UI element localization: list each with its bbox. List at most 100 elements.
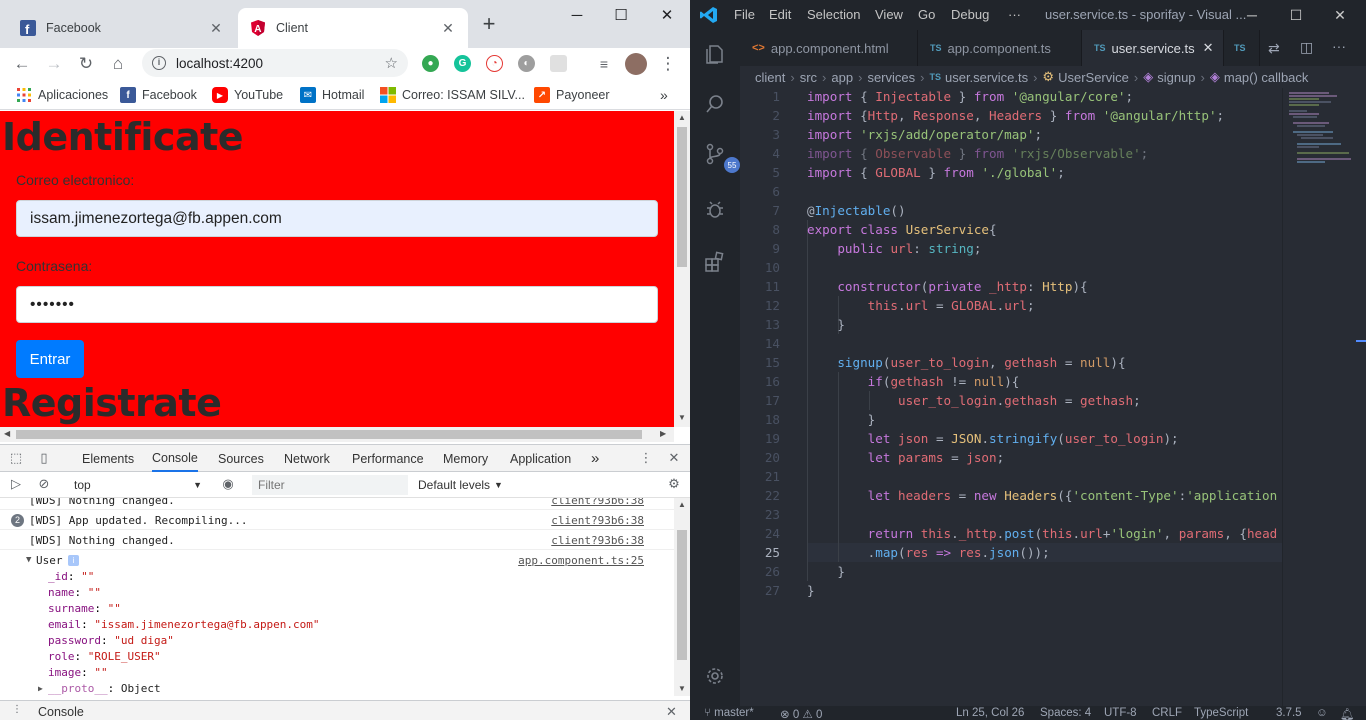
extension-icon[interactable]: ◔	[486, 55, 503, 72]
sidebar-toggle-icon[interactable]: ▷	[8, 476, 24, 492]
bookmark-aplicaciones[interactable]: Aplicaciones	[16, 85, 108, 105]
breadcrumb-item[interactable]: signup	[1157, 70, 1195, 85]
bookmark-star-icon[interactable]: ☆	[385, 54, 398, 72]
more-actions-icon[interactable]: ···	[1332, 38, 1346, 54]
indentation-status[interactable]: Spaces: 4	[1040, 707, 1091, 719]
source-control-icon[interactable]: 55	[703, 142, 740, 173]
breadcrumb-item[interactable]: map() callback	[1224, 70, 1309, 85]
extension-icon[interactable]	[550, 55, 567, 72]
branch-status[interactable]: ⑂ master*	[704, 707, 754, 719]
devtools-menu-icon[interactable]: ⋮	[638, 450, 654, 466]
page-horizontal-scrollbar[interactable]: ◀ ▶	[0, 427, 674, 442]
breadcrumb-item[interactable]: client	[755, 70, 785, 85]
language-status[interactable]: TypeScript	[1194, 707, 1248, 719]
forward-button[interactable]: →	[42, 52, 66, 76]
log-source-link[interactable]: client?93b6:38	[551, 498, 644, 507]
new-tab-button[interactable]: +	[478, 13, 500, 36]
explorer-icon[interactable]	[703, 42, 727, 66]
bookmark-facebook[interactable]: f Facebook	[120, 85, 197, 105]
expand-triangle-icon[interactable]: ▼	[26, 555, 31, 565]
maximize-button[interactable]: ☐	[1274, 4, 1318, 26]
context-select[interactable]: top ▼	[66, 475, 206, 495]
bookmark-hotmail[interactable]: ✉ Hotmail	[300, 85, 364, 105]
bookmarks-more-button[interactable]: »	[660, 85, 668, 105]
eol-status[interactable]: CRLF	[1152, 707, 1182, 719]
device-toolbar-icon[interactable]: ▯	[36, 450, 52, 466]
bookmark-payoneer[interactable]: ↗ Payoneer	[534, 85, 610, 105]
tab-user-service-ts[interactable]: TS user.service.ts ✕	[1082, 30, 1224, 66]
cursor-position[interactable]: Ln 25, Col 26	[956, 707, 1024, 719]
log-source-link[interactable]: app.component.ts:25	[518, 554, 644, 567]
email-field[interactable]: issam.jimenezortega@fb.appen.com	[16, 200, 658, 237]
address-bar[interactable]: i localhost:4200 ☆	[142, 49, 408, 77]
log-source-link[interactable]: client?93b6:38	[551, 534, 644, 547]
reload-button[interactable]: ↻	[74, 52, 98, 76]
ts-version-status[interactable]: 3.7.5	[1276, 707, 1302, 719]
tab-network[interactable]: Network	[284, 445, 330, 472]
minimap[interactable]	[1282, 88, 1356, 706]
close-icon[interactable]: ✕	[208, 20, 224, 36]
breadcrumb-item[interactable]: services	[867, 70, 915, 85]
info-icon[interactable]: i	[152, 56, 166, 70]
home-button[interactable]: ⌂	[106, 52, 130, 76]
maximize-button[interactable]: ☐	[598, 0, 644, 30]
settings-gear-icon[interactable]	[703, 664, 727, 688]
password-field[interactable]: •••••••	[16, 286, 658, 323]
search-icon[interactable]	[703, 92, 727, 116]
tab-sources[interactable]: Sources	[218, 445, 264, 472]
menu-debug[interactable]: Debug	[951, 7, 989, 22]
tab-performance[interactable]: Performance	[352, 445, 424, 472]
menu-more[interactable]: ···	[1008, 7, 1021, 22]
expand-triangle-icon[interactable]: ▶	[38, 684, 43, 693]
console-scrollbar[interactable]: ▲ ▼	[674, 498, 690, 696]
bookmark-youtube[interactable]: ▶ YouTube	[212, 85, 283, 105]
clear-console-icon[interactable]: ⊘	[36, 476, 52, 492]
tab-elements[interactable]: Elements	[82, 445, 134, 472]
problems-status[interactable]: ⊗ 0 ⚠ 0	[780, 707, 822, 720]
menu-edit[interactable]: Edit	[769, 7, 791, 22]
page-scrollbar[interactable]: ▲ ▼	[674, 111, 690, 427]
grammarly-icon[interactable]: G	[454, 55, 471, 72]
feedback-icon[interactable]: ☺	[1316, 707, 1328, 719]
menu-go[interactable]: Go	[918, 7, 935, 22]
close-window-button[interactable]: ✕	[1318, 4, 1362, 26]
close-icon[interactable]: ✕	[440, 20, 456, 36]
split-editor-icon[interactable]: ◫	[1300, 39, 1313, 56]
eye-icon[interactable]: ◉	[220, 476, 236, 492]
close-window-button[interactable]: ✕	[644, 0, 690, 30]
drawer-tab-console[interactable]: Console	[38, 705, 84, 719]
tab-memory[interactable]: Memory	[443, 445, 488, 472]
tab-app-component-ts[interactable]: TS app.component.ts	[918, 30, 1082, 66]
breadcrumb-item[interactable]: src	[800, 70, 817, 85]
info-icon[interactable]: i	[68, 555, 79, 566]
settings-gear-icon[interactable]: ⚙	[666, 476, 682, 492]
menu-kebab-icon[interactable]: ⋮	[656, 52, 680, 76]
editor-scrollbar[interactable]	[1356, 88, 1366, 706]
tab-console[interactable]: Console	[152, 445, 198, 472]
compare-changes-icon[interactable]: ⇄	[1268, 40, 1280, 57]
debug-icon[interactable]	[703, 198, 727, 222]
close-icon[interactable]: ✕	[1203, 40, 1214, 56]
avatar[interactable]	[625, 53, 647, 75]
extensions-icon[interactable]	[703, 250, 727, 274]
drawer-menu-icon[interactable]: ⋮	[12, 704, 22, 715]
tab-application[interactable]: Application	[510, 445, 571, 472]
notifications-bell-icon[interactable]: 🔔︎	[1340, 707, 1355, 720]
back-button[interactable]: ←	[10, 52, 34, 76]
scrollbar-thumb[interactable]	[16, 430, 642, 439]
tab-client[interactable]: A Client ✕	[238, 8, 468, 48]
tab-app-component-html[interactable]: <> app.component.html	[740, 30, 918, 66]
object-proto[interactable]: __proto__: Object	[48, 682, 161, 695]
menu-view[interactable]: View	[875, 7, 903, 22]
breadcrumb-item[interactable]: user.service.ts	[945, 70, 1028, 85]
filter-input[interactable]: Filter	[252, 475, 408, 495]
close-drawer-icon[interactable]: ✕	[666, 704, 677, 720]
media-control-icon[interactable]: ≡	[592, 52, 616, 76]
more-tabs-button[interactable]: »	[591, 445, 599, 472]
inspect-element-icon[interactable]: ⬚	[8, 450, 24, 466]
minimize-button[interactable]: ─	[1230, 4, 1274, 26]
menu-selection[interactable]: Selection	[807, 7, 860, 22]
menu-file[interactable]: File	[734, 7, 755, 22]
bookmark-correo[interactable]: Correo: ISSAM SILV...	[380, 85, 525, 105]
submit-button[interactable]: Entrar	[16, 340, 84, 378]
